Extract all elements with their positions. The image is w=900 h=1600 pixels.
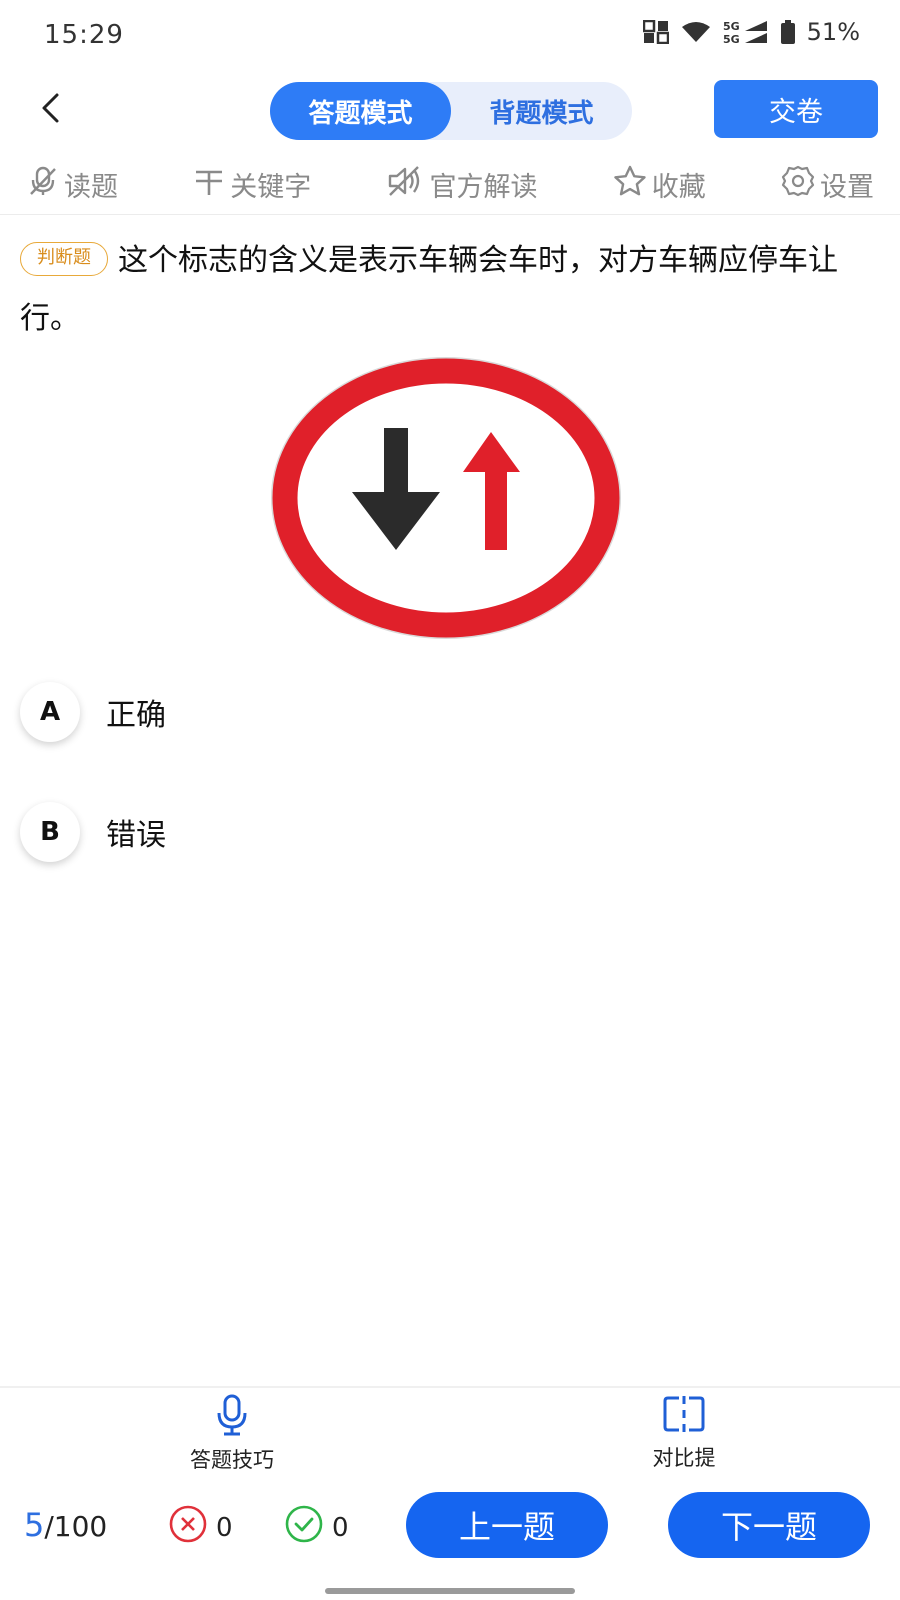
official-explanation-label: 官方解读: [429, 171, 538, 203]
progress-total: /100: [44, 1510, 108, 1543]
right-count: 0: [284, 1504, 349, 1551]
header: 答题模式 背题模式 交卷: [0, 78, 900, 142]
status-time: 15:29: [44, 20, 124, 50]
oncoming-priority-sign-icon: [271, 357, 621, 639]
favorite-button[interactable]: 收藏: [612, 164, 706, 205]
option-b-text: 错误: [106, 818, 166, 853]
prev-question-button[interactable]: 上一题: [406, 1492, 608, 1558]
chevron-left-icon: [37, 92, 63, 128]
mode-answer-tab[interactable]: 答题模式: [270, 82, 451, 140]
settings-label: 设置: [820, 171, 874, 203]
compare-button[interactable]: 对比提: [584, 1394, 784, 1470]
text-highlight-icon: [192, 164, 226, 205]
speaker-mute-icon: [386, 164, 426, 205]
official-explanation-button[interactable]: 官方解读: [386, 164, 538, 205]
option-a[interactable]: A 正确: [20, 680, 620, 744]
submit-button[interactable]: 交卷: [714, 80, 878, 138]
wrong-count: 0: [168, 1504, 233, 1551]
status-icons: 5G 5G 51%: [642, 18, 860, 46]
toolbar-divider: [0, 214, 900, 215]
network-label-bottom: 5G: [723, 33, 740, 45]
signal-icon: 5G 5G: [723, 19, 769, 45]
compare-label: 对比提: [652, 1446, 716, 1470]
wrong-count-value: 0: [216, 1512, 233, 1543]
home-indicator[interactable]: [325, 1588, 575, 1594]
network-label-top: 5G: [723, 20, 740, 33]
progress-current: 5: [24, 1506, 45, 1544]
star-icon: [612, 164, 648, 205]
battery-percent: 51%: [806, 18, 860, 46]
question-stem: 判断题 这个标志的含义是表示车辆会车时，对方车辆应停车让行。: [20, 232, 880, 348]
question-progress[interactable]: 5/100: [24, 1506, 107, 1544]
favorite-label: 收藏: [651, 171, 706, 203]
next-question-button[interactable]: 下一题: [668, 1492, 870, 1558]
question-type-badge: 判断题: [20, 241, 108, 276]
answer-tips-button[interactable]: 答题技巧: [132, 1394, 332, 1472]
mute-mic-icon: [26, 164, 60, 205]
mode-toggle: 答题模式 背题模式: [270, 82, 632, 140]
battery-icon: [780, 20, 795, 44]
toolbar: 读题 关键字 官方解读 收藏 设置: [0, 158, 900, 210]
right-circle-check-icon: [284, 1504, 324, 1551]
back-button[interactable]: [26, 84, 74, 136]
option-a-key: A: [20, 682, 80, 742]
option-b-key: B: [20, 802, 80, 862]
bottom-divider: [0, 1386, 900, 1388]
question-text: 这个标志的含义是表示车辆会车时，对方车辆应停车让行。: [20, 243, 838, 336]
wifi-icon: [681, 21, 711, 43]
answer-tips-label: 答题技巧: [190, 1448, 274, 1472]
compare-icon: [662, 1394, 706, 1438]
read-question-button[interactable]: 读题: [26, 164, 118, 205]
keyword-label: 关键字: [230, 171, 312, 203]
option-a-text: 正确: [106, 698, 166, 733]
keyword-button[interactable]: 关键字: [192, 164, 311, 205]
traffic-sign-image: [270, 356, 634, 648]
right-count-value: 0: [332, 1512, 349, 1543]
mode-recite-tab[interactable]: 背题模式: [451, 82, 632, 140]
read-question-label: 读题: [64, 171, 118, 203]
nfc-icon: [642, 20, 669, 44]
microphone-icon: [214, 1394, 250, 1440]
option-b[interactable]: B 错误: [20, 800, 620, 864]
status-bar: 15:29 5G 5G 51%: [0, 0, 900, 74]
wrong-circle-x-icon: [168, 1504, 208, 1551]
settings-button[interactable]: 设置: [780, 164, 874, 205]
gear-icon: [780, 164, 816, 205]
